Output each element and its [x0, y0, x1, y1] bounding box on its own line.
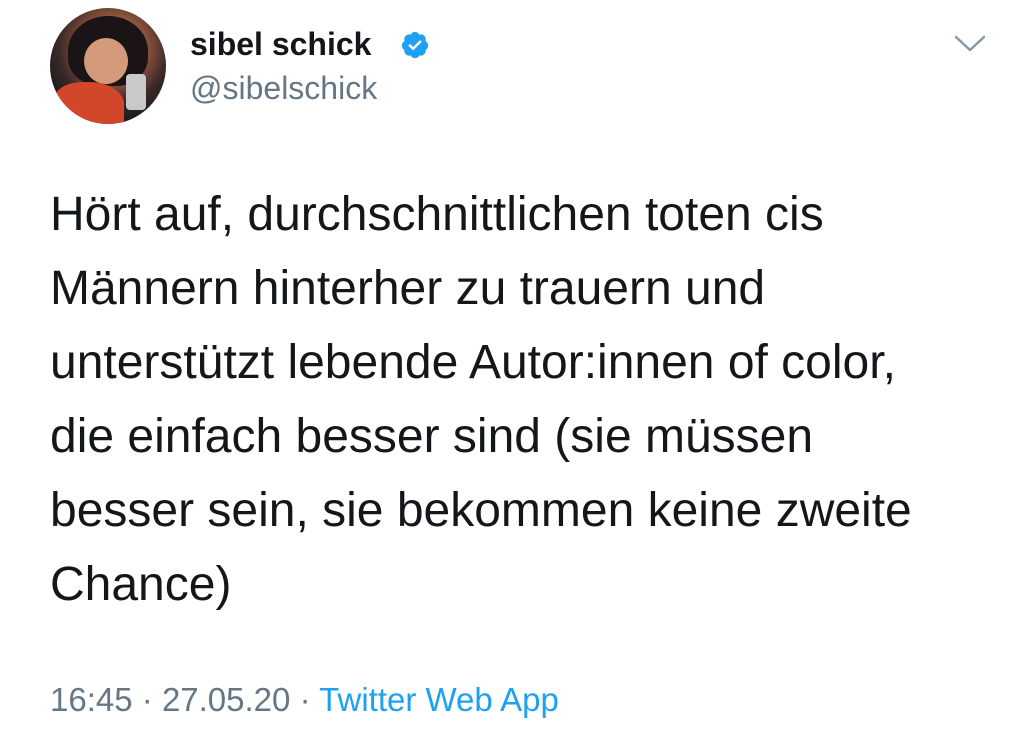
tweet-text-line: unterstützt lebende Autor:innen of color… [50, 336, 896, 389]
tweet-text: Hört auf, durchschnittlichen toten cis M… [50, 178, 980, 622]
tweet-text-line: Chance) [50, 558, 232, 611]
tweet-date[interactable]: 27.05.20 [162, 681, 290, 718]
meta-separator: · [141, 681, 153, 718]
tweet-source-link[interactable]: Twitter Web App [319, 681, 559, 718]
tweet-text-line: Hört auf, durchschnittlichen toten cis [50, 188, 824, 241]
verified-badge-icon [401, 31, 429, 59]
meta-separator: · [299, 681, 311, 718]
avatar-shirt [54, 82, 124, 124]
handle[interactable]: @sibelschick [190, 68, 377, 108]
tweet-meta: 16:45 · 27.05.20 · Twitter Web App [50, 678, 559, 722]
tweet-text-line: die einfach besser sind (sie müssen [50, 410, 814, 463]
tweet-text-line: besser sein, sie bekommen keine zweite [50, 484, 912, 537]
tweet-time[interactable]: 16:45 [50, 681, 133, 718]
avatar[interactable] [50, 8, 166, 124]
tweet-text-line: Männern hinterher zu trauern und [50, 262, 766, 315]
tweet-card: sibel schick @sibelschick Hört auf, durc… [0, 0, 1029, 739]
avatar-face [84, 38, 128, 84]
chevron-down-icon[interactable] [953, 34, 987, 54]
display-name[interactable]: sibel schick [190, 24, 371, 64]
avatar-object [126, 74, 146, 110]
